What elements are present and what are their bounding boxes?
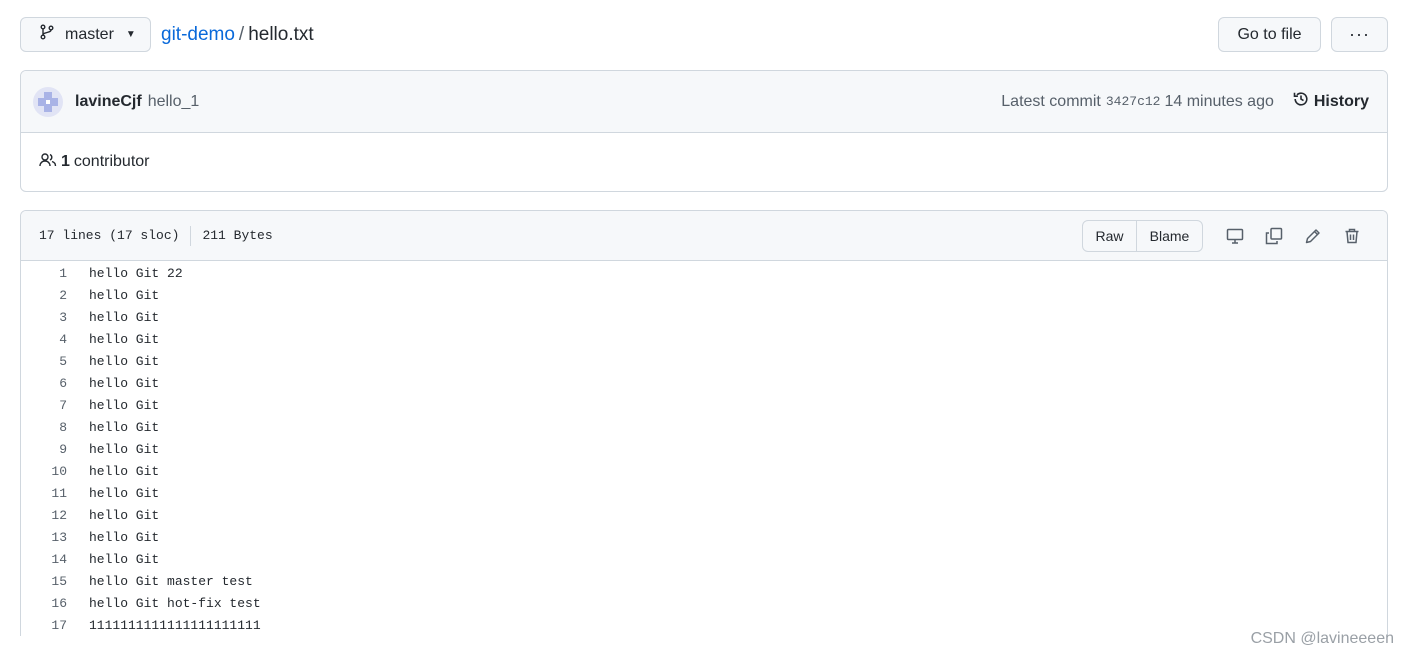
line-text: hello Git [89,441,160,457]
code-line: 5 hello Git [21,350,1387,372]
line-number[interactable]: 14 [21,552,67,567]
commit-time: 14 minutes ago [1164,92,1274,110]
line-text: hello Git [89,529,160,545]
code-line: 9 hello Git [21,438,1387,460]
line-number[interactable]: 13 [21,530,67,545]
line-number[interactable]: 17 [21,618,67,633]
line-text: hello Git [89,419,160,435]
commit-box: lavineCjf hello_1 Latest commit 3427c12 … [20,70,1388,192]
latest-commit-bar: lavineCjf hello_1 Latest commit 3427c12 … [21,71,1387,133]
line-text: hello Git [89,353,160,369]
repo-link[interactable]: git-demo [161,24,235,45]
copy-icon[interactable] [1254,221,1293,251]
commit-meta: Latest commit 3427c12 14 minutes ago His… [1001,90,1369,113]
code-line: 11 hello Git [21,482,1387,504]
line-text: hello Git [89,375,160,391]
file-name: hello.txt [248,24,314,45]
code-line: 16 hello Git hot-fix test [21,592,1387,614]
line-text: 1111111111111111111111 [89,617,261,633]
line-text: hello Git [89,485,160,501]
code-line: 7 hello Git [21,394,1387,416]
code-line: 1 hello Git 22 [21,262,1387,284]
code-line: 10 hello Git [21,460,1387,482]
contributor-count: 1 [61,153,70,170]
code-line: 14 hello Git [21,548,1387,570]
chevron-down-icon: ▼ [125,29,136,40]
line-text: hello Git [89,331,160,347]
code-line: 13 hello Git [21,526,1387,548]
code-line: 15 hello Git master test [21,570,1387,592]
line-number[interactable]: 1 [21,266,67,281]
code-line: 17 1111111111111111111111 [21,614,1387,636]
code-line: 8 hello Git [21,416,1387,438]
line-number[interactable]: 5 [21,354,67,369]
commit-author[interactable]: lavineCjf [75,93,142,111]
code-line: 2 hello Git [21,284,1387,306]
line-number[interactable]: 11 [21,486,67,501]
more-options-button[interactable]: ··· [1331,17,1388,52]
contributors-row[interactable]: 1 contributor [21,133,1387,191]
desktop-icon[interactable] [1215,221,1254,251]
latest-commit-label: Latest commit [1001,92,1101,110]
line-number[interactable]: 2 [21,288,67,303]
line-number[interactable]: 10 [21,464,67,479]
line-text: hello Git [89,551,160,567]
code-line: 3 hello Git [21,306,1387,328]
trash-icon[interactable] [1332,221,1371,251]
code-line: 4 hello Git [21,328,1387,350]
people-icon [39,152,57,173]
line-text: hello Git [89,397,160,413]
line-text: hello Git [89,287,160,303]
breadcrumb: git-demo / hello.txt [161,23,314,47]
line-number[interactable]: 9 [21,442,67,457]
line-number[interactable]: 4 [21,332,67,347]
line-text: hello Git master test [89,573,253,589]
line-text: hello Git [89,463,160,479]
history-link[interactable]: History [1292,90,1369,113]
code-content: 1 hello Git 22 2 hello Git 3 hello Git 4 hello … [21,261,1387,636]
file-actions: Raw Blame [1082,219,1371,252]
pencil-icon[interactable] [1293,221,1332,251]
commit-sha[interactable]: 3427c12 [1106,94,1161,109]
code-line: 12 hello Git [21,504,1387,526]
history-label: History [1313,92,1369,110]
line-number[interactable]: 15 [21,574,67,589]
line-number[interactable]: 16 [21,596,67,611]
contributor-label: contributor [73,153,150,170]
line-number[interactable]: 6 [21,376,67,391]
raw-blame-group: Raw Blame [1082,219,1203,252]
git-branch-icon [39,24,55,45]
line-text: hello Git hot-fix test [89,595,261,611]
line-number[interactable]: 12 [21,508,67,523]
line-number[interactable]: 7 [21,398,67,413]
file-viewer: 17 lines (17 sloc) 211 Bytes Raw Blame 1… [20,210,1388,636]
kebab-horizontal-icon: ··· [1349,24,1370,44]
breadcrumb-separator: / [238,24,245,45]
go-to-file-button[interactable]: Go to file [1218,17,1321,52]
line-number[interactable]: 8 [21,420,67,435]
line-number[interactable]: 3 [21,310,67,325]
branch-select-button[interactable]: master ▼ [20,17,151,52]
watermark: CSDN @lavineeeen [1250,630,1394,647]
avatar[interactable] [33,86,63,117]
blame-button[interactable]: Blame [1137,221,1202,251]
file-header: 17 lines (17 sloc) 211 Bytes Raw Blame [21,211,1387,261]
line-text: hello Git 22 [89,265,183,281]
file-size: 211 Bytes [202,228,273,243]
commit-message[interactable]: hello_1 [148,93,200,111]
divider [190,225,192,246]
file-lines-info: 17 lines (17 sloc) [39,228,180,243]
raw-button[interactable]: Raw [1083,220,1137,251]
code-line: 6 hello Git [21,372,1387,394]
branch-name: master [65,25,114,43]
history-icon [1292,90,1310,113]
line-text: hello Git [89,309,160,325]
line-text: hello Git [89,507,160,523]
